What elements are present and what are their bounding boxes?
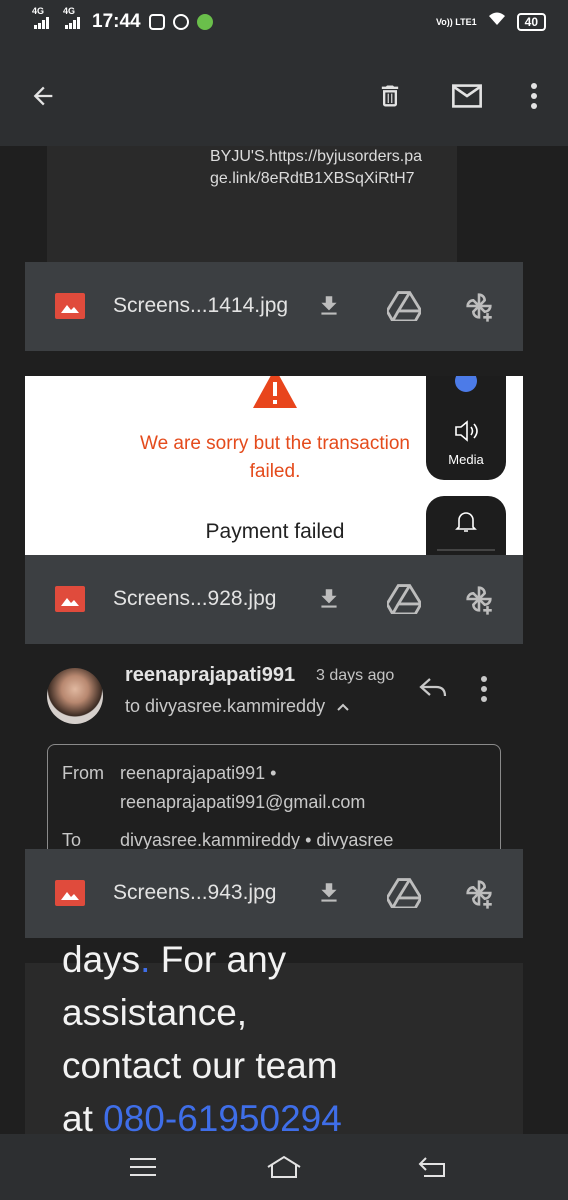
avatar[interactable] [47,668,103,724]
transaction-failed-message: We are sorry but the transaction failed. [140,433,410,482]
back-nav-icon [418,1157,445,1177]
photos-add-icon [466,293,492,322]
image-file-icon [55,293,85,319]
download-icon [321,589,337,608]
text-line: days [62,939,141,980]
attachment-preview-image[interactable]: days. For any assistance, contact our te… [25,939,523,1134]
download-icon [321,883,337,902]
preview-body-text: days. For any assistance, contact our te… [62,933,482,1134]
attachment-filename[interactable]: Screens...1414.jpg [113,294,288,318]
ringer-button[interactable] [426,496,506,555]
signal-icon: 4G [63,6,80,29]
add-to-photos-button[interactable] [461,581,497,617]
message-body: BYJU'S.https://byjusorders.page.link/8eR… [47,146,457,266]
from-label: From [62,763,104,783]
payment-failed-title: Payment failed [205,520,345,543]
save-to-drive-button[interactable] [386,288,422,324]
wifi-icon [487,11,507,33]
order-link-text[interactable]: BYJU'S.https://byjusorders.page.link/8eR… [210,146,430,190]
volte-indicator: Vo)) LTE1 [435,16,477,27]
attachment-filename[interactable]: Screens...943.jpg [113,881,276,905]
attachment-preview-image[interactable]: We are sorry but the transaction failed.… [25,376,523,555]
reply-icon [419,678,447,697]
message-time: 3 days ago [316,667,395,684]
download-button[interactable] [311,875,347,911]
speaker-icon[interactable] [454,420,480,442]
drive-icon [387,291,421,321]
clock: 17:44 [92,11,141,32]
to-value[interactable]: divyasree.kammireddy • divyasree [120,830,393,851]
app-notification-icon [148,14,165,30]
mark-unread-button[interactable] [445,74,489,118]
status-bar: 4G 4G 17:44 Vo)) LTE1 40 [0,0,568,44]
to-label: To [62,830,82,850]
attachment-row[interactable]: Screens...928.jpg [25,555,523,644]
image-file-icon [55,880,85,906]
attachment-row[interactable]: Screens...1414.jpg [25,262,523,351]
trash-icon [381,85,399,107]
sender-name: reenaprajapati991 [125,664,296,686]
email-thread[interactable]: BYJU'S.https://byjusorders.page.link/8eR… [0,146,568,1134]
recipient-summary[interactable]: to divyasree.kammireddy [125,696,350,717]
photos-add-icon [466,586,492,615]
more-options-button[interactable] [512,74,556,118]
volume-panel[interactable]: Media [426,376,506,480]
more-vert-icon [531,83,537,109]
download-button[interactable] [311,581,347,617]
text-line: at [62,1098,104,1134]
message-header[interactable]: reenaprajapati991 3 days ago to divyasre… [0,658,568,874]
text-line: assistance, [62,992,248,1033]
drive-icon [387,878,421,908]
signal-icon: 4G [32,6,49,29]
app-badge-icon [196,14,213,30]
image-file-icon [55,586,85,612]
arrow-left-icon [33,86,53,106]
network-type-2: 4G [63,6,76,16]
home-button[interactable] [266,1152,302,1182]
home-icon [267,1155,301,1178]
attachment-row[interactable]: Screens...943.jpg [25,849,523,938]
message-more-button[interactable] [480,676,504,710]
system-nav-bar [0,1134,568,1200]
battery-indicator: 40 [516,13,546,31]
from-name: reenaprajapati991 • [120,763,277,783]
bell-icon [455,512,477,532]
sync-icon [172,14,189,30]
photos-add-icon [466,880,492,909]
add-to-photos-button[interactable] [461,288,497,324]
chevron-up-icon[interactable] [336,702,350,712]
drive-icon [387,584,421,614]
menu-icon [130,1158,156,1176]
attachment-filename[interactable]: Screens...928.jpg [113,587,276,611]
save-to-drive-button[interactable] [386,875,422,911]
delete-button[interactable] [368,74,412,118]
recipient-line: to divyasree.kammireddy [125,696,326,716]
text-line: For any [150,939,287,980]
download-button[interactable] [311,288,347,324]
app-bar [0,44,568,146]
download-icon [321,296,337,315]
more-vert-icon [481,676,487,702]
add-to-photos-button[interactable] [461,875,497,911]
media-label: Media [448,452,484,467]
back-button[interactable] [21,74,65,118]
recents-button[interactable] [125,1152,161,1182]
envelope-icon [452,84,482,108]
text-line: contact our team [62,1045,338,1086]
volume-slider-knob[interactable] [455,376,477,392]
back-nav-button[interactable] [415,1152,451,1182]
text-dot: . [140,939,151,980]
reply-button[interactable] [418,676,452,710]
warning-icon [253,376,297,408]
ringer-slider-track [437,549,495,551]
phone-link[interactable]: 080-61950294 [103,1098,342,1134]
from-email[interactable]: reenaprajapati991@gmail.com [120,792,365,813]
network-type-1: 4G [32,6,45,16]
save-to-drive-button[interactable] [386,581,422,617]
